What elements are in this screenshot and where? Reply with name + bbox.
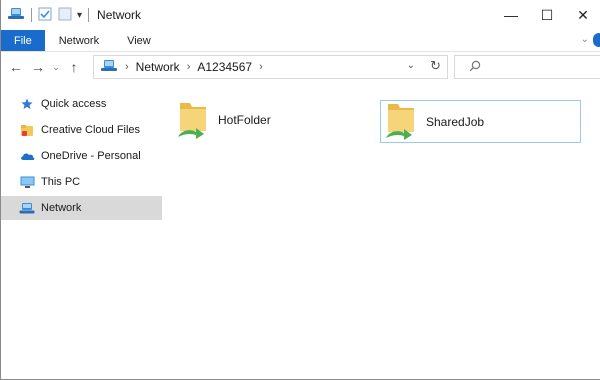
breadcrumb-a1234567[interactable]: A1234567: [197, 60, 252, 74]
breadcrumb-network[interactable]: Network: [136, 60, 180, 74]
sidebar-item-label: Network: [41, 202, 82, 214]
shared-folder-icon: [384, 100, 418, 143]
close-button[interactable]: ✕: [565, 0, 600, 30]
sidebar-item-label: Creative Cloud Files: [41, 124, 141, 136]
star-icon: [19, 97, 35, 111]
network-app-icon: [7, 7, 25, 24]
shared-folder-icon: [176, 99, 210, 142]
breadcrumb-separator[interactable]: ›: [259, 61, 263, 73]
file-list: HotFolder SharedJob: [162, 82, 600, 379]
tab-file[interactable]: File: [1, 30, 45, 51]
onedrive-cloud-icon: [19, 149, 35, 163]
recent-locations-button[interactable]: ⌄: [49, 56, 63, 78]
qa-separator: [31, 8, 32, 22]
address-dropdown-icon[interactable]: ⌄: [407, 60, 415, 71]
ribbon-tabs: File Network View ⌄: [1, 30, 600, 52]
sidebar-item-onedrive[interactable]: OneDrive - Personal: [1, 144, 162, 168]
sidebar-item-this-pc[interactable]: This PC: [1, 170, 162, 194]
navigation-pane: Quick access Creative Cloud Files OneDri…: [1, 82, 162, 379]
address-row: ← → ⌄ ↑ › Network › A1234567 › ⌄ ↻: [1, 52, 600, 82]
properties-icon[interactable]: [38, 7, 52, 24]
breadcrumb-separator[interactable]: ›: [187, 61, 191, 73]
forward-button[interactable]: →: [27, 56, 49, 78]
qa-separator-2: [88, 8, 90, 22]
new-folder-icon[interactable]: [58, 7, 72, 24]
help-icon[interactable]: [593, 33, 600, 47]
sidebar-item-label: OneDrive - Personal: [41, 150, 141, 162]
back-button[interactable]: ←: [5, 56, 27, 78]
window-title: Network: [97, 8, 142, 22]
folder-item-hotfolder[interactable]: HotFolder: [176, 98, 376, 142]
creative-cloud-folder-icon: [19, 123, 35, 137]
monitor-icon: [19, 175, 35, 189]
tab-network[interactable]: Network: [45, 30, 113, 51]
network-icon: [19, 201, 35, 215]
folder-name: HotFolder: [218, 113, 271, 127]
up-button[interactable]: ↑: [63, 56, 85, 78]
network-location-icon: [100, 59, 118, 76]
sidebar-item-quick-access[interactable]: Quick access: [1, 92, 162, 116]
minimize-button[interactable]: —: [493, 0, 529, 30]
sidebar-item-label: This PC: [41, 176, 81, 188]
sidebar-item-label: Quick access: [41, 98, 107, 110]
maximize-button[interactable]: ☐: [529, 0, 565, 30]
file-explorer-window: ▾ Network — ☐ ✕ File Network View ⌄ ← → …: [0, 0, 600, 380]
quick-access-toolbar: ▾: [7, 7, 95, 24]
address-bar[interactable]: › Network › A1234567 › ⌄ ↻: [93, 55, 448, 79]
breadcrumb-separator[interactable]: ›: [125, 61, 129, 73]
tab-view[interactable]: View: [113, 30, 165, 51]
folder-item-sharedjob[interactable]: SharedJob: [380, 100, 581, 143]
window-controls: — ☐ ✕: [493, 0, 600, 30]
sidebar-item-network[interactable]: Network: [1, 196, 162, 220]
folder-name: SharedJob: [426, 114, 485, 129]
ribbon-collapse-icon[interactable]: ⌄: [581, 34, 589, 45]
refresh-icon[interactable]: ↻: [430, 58, 441, 74]
qa-dropdown-icon[interactable]: ▾: [77, 10, 82, 21]
search-input[interactable]: [454, 55, 600, 79]
title-bar: ▾ Network — ☐ ✕: [1, 0, 600, 30]
sidebar-item-creative-cloud-files[interactable]: Creative Cloud Files: [1, 118, 162, 142]
search-icon: [469, 60, 481, 75]
